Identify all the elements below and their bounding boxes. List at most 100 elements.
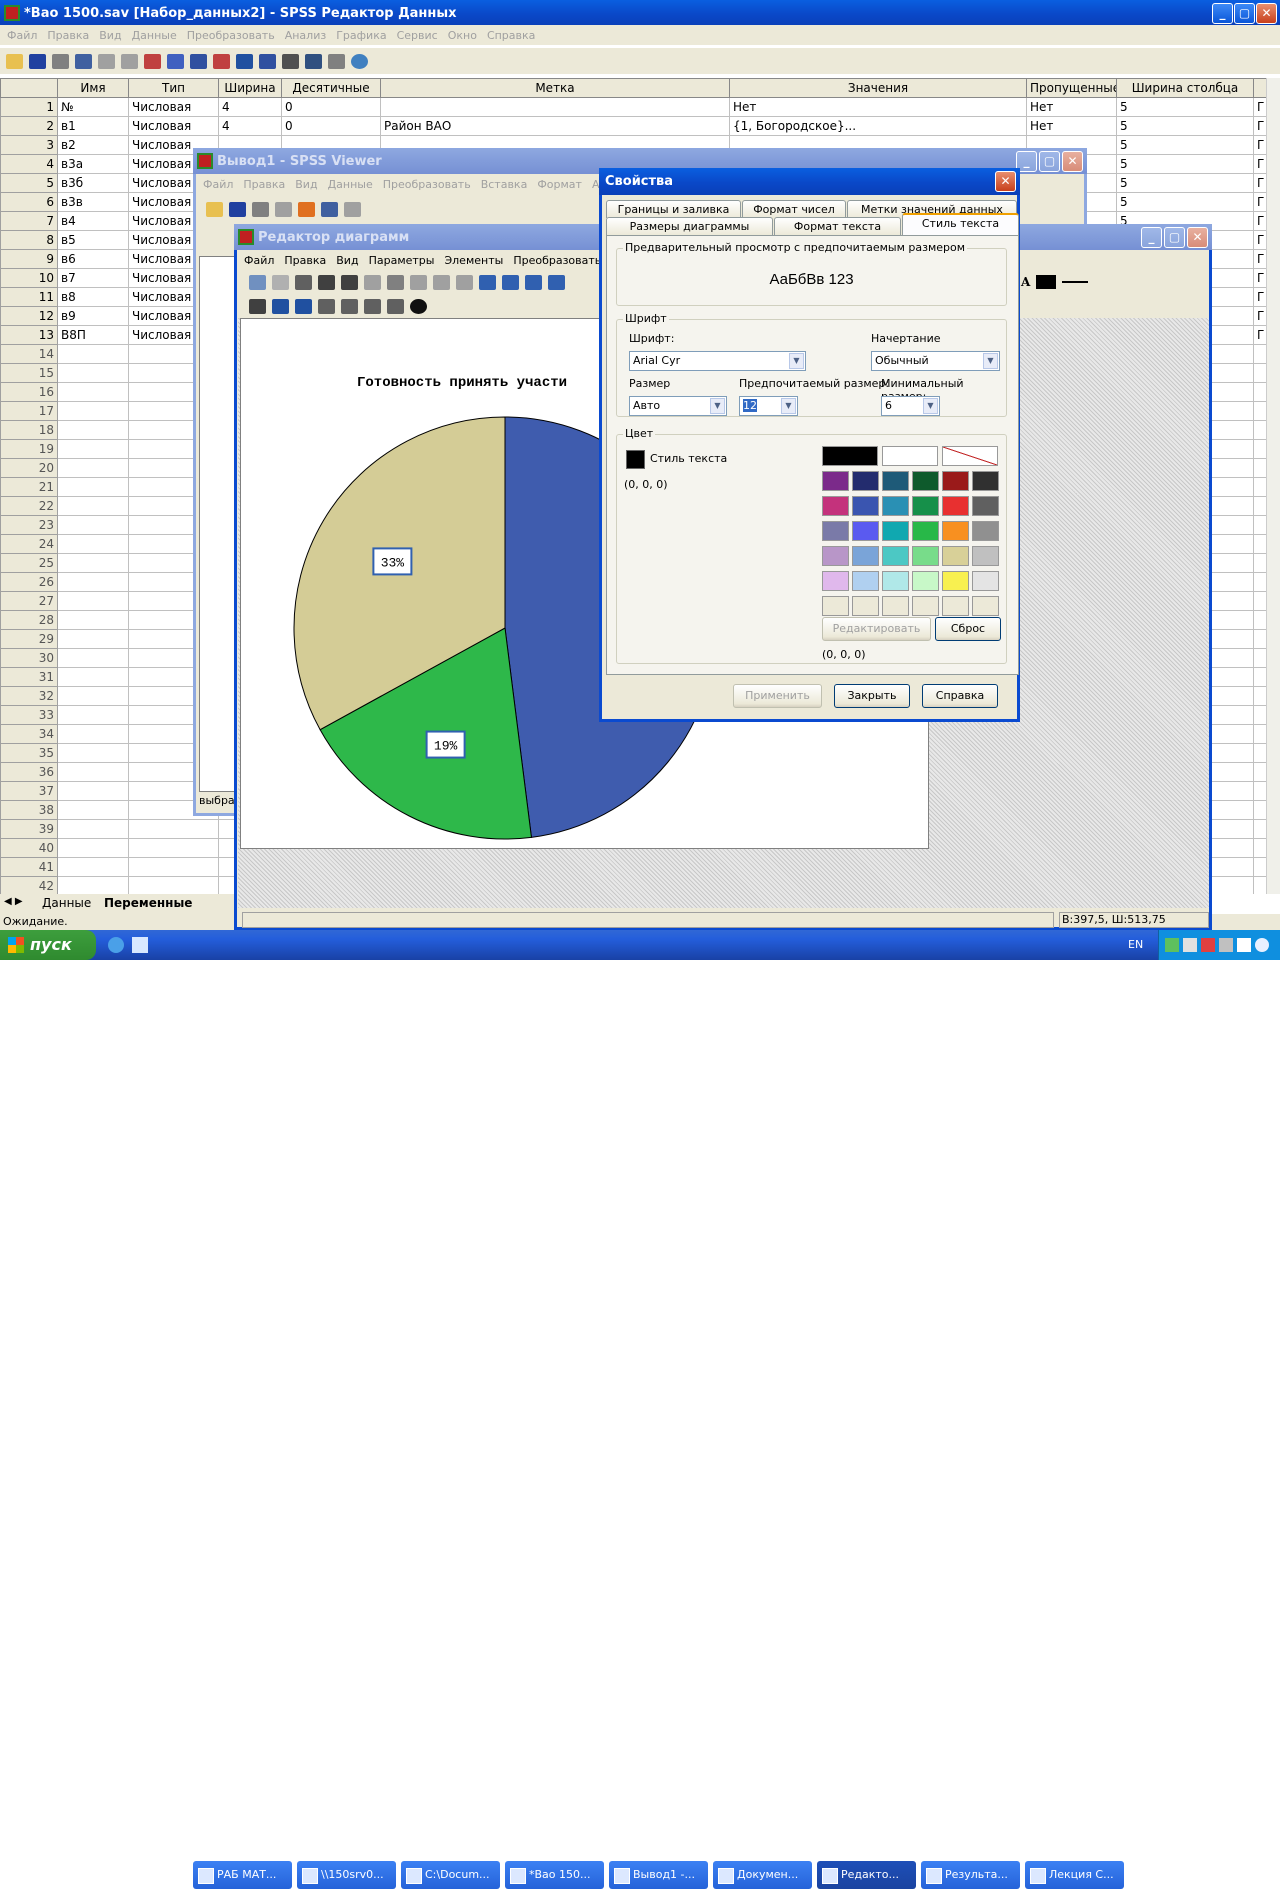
color-swatch[interactable] <box>822 571 849 591</box>
ie-quicklaunch-icon[interactable] <box>108 937 124 953</box>
table-cell[interactable] <box>128 857 219 877</box>
start-button[interactable]: пуск <box>0 930 96 960</box>
reset-color-button[interactable]: Сброс <box>935 617 1001 641</box>
row-number[interactable]: 14 <box>0 344 58 364</box>
line-chart-icon[interactable] <box>318 298 335 314</box>
color-swatch[interactable] <box>852 596 879 616</box>
table-cell[interactable] <box>57 572 129 592</box>
taskbar-item[interactable]: Вывод1 -... <box>609 1861 708 1889</box>
column-header[interactable]: Пропущенные <box>1026 78 1117 98</box>
menu-item[interactable]: Правка <box>42 29 94 42</box>
color-swatch[interactable] <box>942 471 969 491</box>
color-swatch[interactable] <box>882 596 909 616</box>
tab-variables[interactable]: Переменные <box>104 896 192 910</box>
tab-chart-size[interactable]: Размеры диаграммы <box>606 217 773 235</box>
column-header[interactable]: Значения <box>729 78 1027 98</box>
row-number[interactable]: 41 <box>0 857 58 877</box>
table-cell[interactable]: в4 <box>57 211 129 231</box>
tab-borders-fill[interactable]: Границы и заливка <box>606 200 741 218</box>
textbox-icon[interactable] <box>525 274 542 290</box>
table-cell[interactable]: 4 <box>218 97 282 117</box>
table-cell[interactable] <box>57 648 129 668</box>
table-cell[interactable]: 0 <box>281 116 381 136</box>
open-icon[interactable] <box>6 53 23 69</box>
color-swatch[interactable] <box>912 571 939 591</box>
table-cell[interactable] <box>57 591 129 611</box>
table-cell[interactable]: в7 <box>57 268 129 288</box>
area-icon[interactable] <box>364 298 381 314</box>
undo-icon[interactable] <box>98 53 115 69</box>
row-number[interactable]: 32 <box>0 686 58 706</box>
goto-case-icon[interactable] <box>144 53 161 69</box>
taskbar-item[interactable]: РАБ МАТ... <box>193 1861 292 1889</box>
menu-item[interactable]: Преобразовать <box>378 178 476 191</box>
color-swatch[interactable] <box>942 596 969 616</box>
row-number[interactable]: 4 <box>0 154 58 174</box>
taskbar-item[interactable]: *Вао 150... <box>505 1861 604 1889</box>
table-cell[interactable]: 5 <box>1116 154 1254 174</box>
chart-maximize-button[interactable]: ▢ <box>1164 227 1185 248</box>
insert-variable-icon[interactable] <box>236 53 253 69</box>
ref-line-x-icon[interactable] <box>410 274 427 290</box>
drop-line-icon[interactable] <box>387 298 404 314</box>
table-cell[interactable] <box>57 344 129 364</box>
viewer-open-icon[interactable] <box>206 201 223 217</box>
annotation-icon[interactable] <box>479 274 496 290</box>
menu-item[interactable]: Графика <box>331 29 391 42</box>
table-cell[interactable]: 4 <box>218 116 282 136</box>
viewer-print-icon[interactable] <box>252 201 269 217</box>
row-number[interactable]: 37 <box>0 781 58 801</box>
table-cell[interactable] <box>57 477 129 497</box>
table-cell[interactable]: Нет <box>1026 97 1117 117</box>
redo-icon[interactable] <box>121 53 138 69</box>
menu-item[interactable]: Преобразовать <box>182 29 280 42</box>
color-swatch[interactable] <box>882 471 909 491</box>
row-number[interactable]: 15 <box>0 363 58 383</box>
table-cell[interactable]: 5 <box>1116 173 1254 193</box>
color-swatch[interactable] <box>972 471 999 491</box>
split-file-icon[interactable] <box>259 53 276 69</box>
insert-cases-icon[interactable] <box>213 53 230 69</box>
language-indicator[interactable]: EN <box>1128 938 1143 951</box>
color-swatch[interactable] <box>972 596 999 616</box>
table-cell[interactable] <box>57 458 129 478</box>
table-cell[interactable] <box>57 515 129 535</box>
color-swatch[interactable] <box>972 546 999 566</box>
row-number[interactable]: 11 <box>0 287 58 307</box>
close-button[interactable]: ✕ <box>1256 3 1277 24</box>
menu-item[interactable]: Преобразовать <box>508 254 606 267</box>
min-size-select[interactable]: 6 ▼ <box>881 396 940 416</box>
color-swatch[interactable] <box>972 496 999 516</box>
table-cell[interactable] <box>57 610 129 630</box>
table-cell[interactable] <box>57 553 129 573</box>
color-swatch[interactable] <box>912 496 939 516</box>
color-swatch[interactable] <box>882 546 909 566</box>
color-swatch[interactable] <box>822 546 849 566</box>
menu-item[interactable]: Правка <box>238 178 290 191</box>
row-number[interactable]: 18 <box>0 420 58 440</box>
viewer-outline-pane[interactable] <box>199 256 237 792</box>
footnote-icon[interactable] <box>548 274 565 290</box>
chart-minimize-button[interactable]: _ <box>1141 227 1162 248</box>
data-labels-icon[interactable] <box>387 274 404 290</box>
menu-item[interactable]: Параметры <box>364 254 440 267</box>
column-header[interactable]: Десятичные <box>281 78 381 98</box>
row-number[interactable]: 9 <box>0 249 58 269</box>
viewer-save-icon[interactable] <box>229 201 246 217</box>
table-cell[interactable] <box>57 439 129 459</box>
variables-icon[interactable] <box>167 53 184 69</box>
row-number[interactable]: 25 <box>0 553 58 573</box>
bar-chart2-icon[interactable] <box>295 298 312 314</box>
table-cell[interactable] <box>57 743 129 763</box>
menu-item[interactable]: Анализ <box>280 29 332 42</box>
table-cell[interactable] <box>57 838 129 858</box>
menu-item[interactable]: Сервис <box>392 29 443 42</box>
table-cell[interactable] <box>57 762 129 782</box>
tab-number-format[interactable]: Формат чисел <box>742 200 846 218</box>
desktop-quicklaunch-icon[interactable] <box>132 937 148 953</box>
use-sets-icon[interactable] <box>351 53 368 69</box>
row-number[interactable]: 27 <box>0 591 58 611</box>
taskbar-item[interactable]: Докумен... <box>713 1861 812 1889</box>
table-cell[interactable]: в5 <box>57 230 129 250</box>
legend-icon[interactable] <box>502 274 519 290</box>
